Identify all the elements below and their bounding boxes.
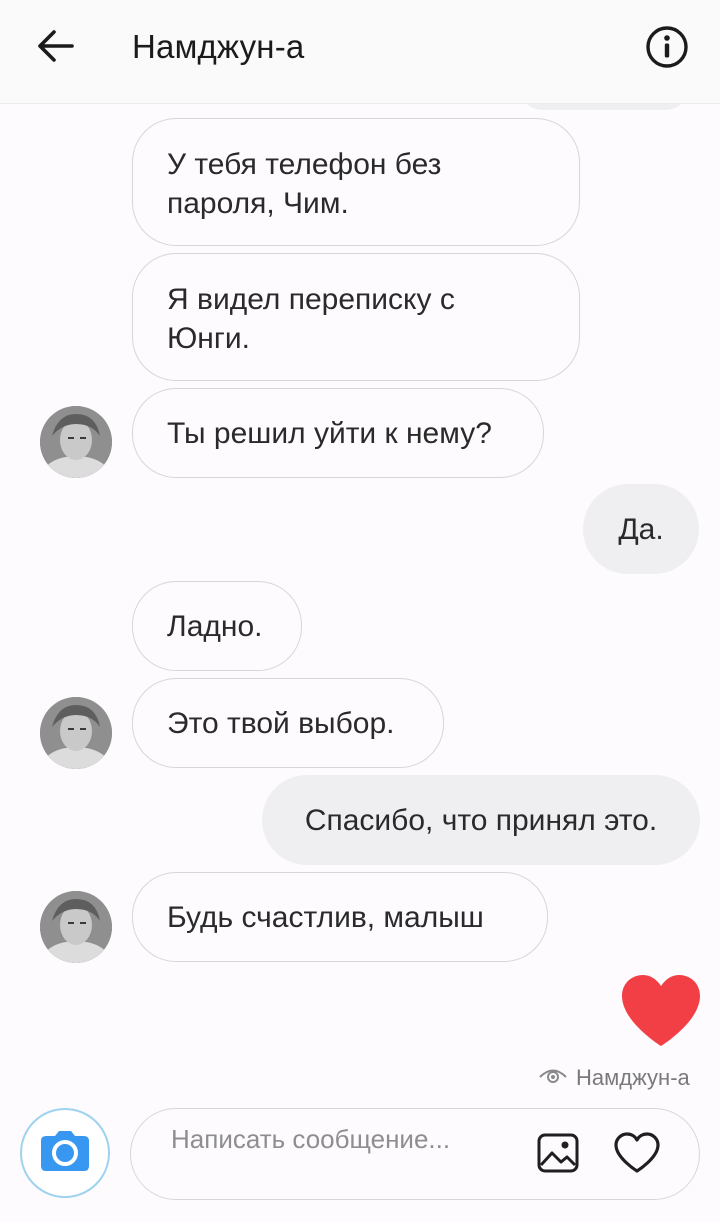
message-composer: Написать сообщение...	[130, 1108, 700, 1200]
seen-indicator: Намджун-а	[538, 1064, 690, 1092]
message-text: Ты решил уйти к нему?	[167, 417, 492, 450]
heart-icon[interactable]	[618, 972, 704, 1048]
arrow-left-icon	[36, 29, 76, 68]
back-button[interactable]	[32, 24, 80, 72]
like-button[interactable]	[611, 1131, 663, 1179]
message-text: Это твой выбор.	[167, 707, 395, 740]
message-text: Ладно.	[167, 610, 263, 643]
message-bubble-outgoing[interactable]: Да.	[583, 484, 699, 574]
message-text: Я видел переписку с Юнги.	[167, 283, 455, 355]
message-bubble-outgoing[interactable]: Спасибо, что принял это.	[262, 775, 700, 865]
avatar[interactable]	[40, 406, 112, 478]
info-button[interactable]	[644, 25, 690, 74]
camera-button[interactable]	[20, 1108, 110, 1198]
heart-outline-icon	[613, 1131, 661, 1179]
chat-title[interactable]: Намджун-а	[132, 28, 304, 66]
eye-icon	[538, 1064, 568, 1092]
message-bubble-incoming[interactable]: Ладно.	[132, 581, 302, 671]
message-bubble-incoming[interactable]: Ты решил уйти к нему?	[132, 388, 544, 478]
message-input[interactable]: Написать сообщение...	[171, 1123, 501, 1156]
info-circle-icon	[645, 25, 689, 74]
message-text: Спасибо, что принял это.	[304, 803, 658, 837]
message-text: Да.	[618, 512, 664, 546]
avatar[interactable]	[40, 697, 112, 769]
message-bubble-incoming[interactable]: Это твой выбор.	[132, 678, 444, 768]
gallery-button[interactable]	[533, 1131, 583, 1179]
message-text: У тебя телефон без пароля, Чим.	[167, 148, 442, 220]
camera-icon	[40, 1130, 90, 1177]
message-text: Будь счастлив, малыш	[167, 901, 484, 934]
chat-header: Намджун-а	[0, 0, 720, 104]
message-bubble-incoming[interactable]: У тебя телефон без пароля, Чим.	[132, 118, 580, 246]
image-icon	[537, 1133, 579, 1178]
message-bubble-incoming[interactable]: Я видел переписку с Юнги.	[132, 253, 580, 381]
message-bubble-incoming[interactable]: Будь счастлив, малыш	[132, 872, 548, 962]
seen-label: Намджун-а	[576, 1065, 690, 1090]
avatar[interactable]	[40, 891, 112, 963]
